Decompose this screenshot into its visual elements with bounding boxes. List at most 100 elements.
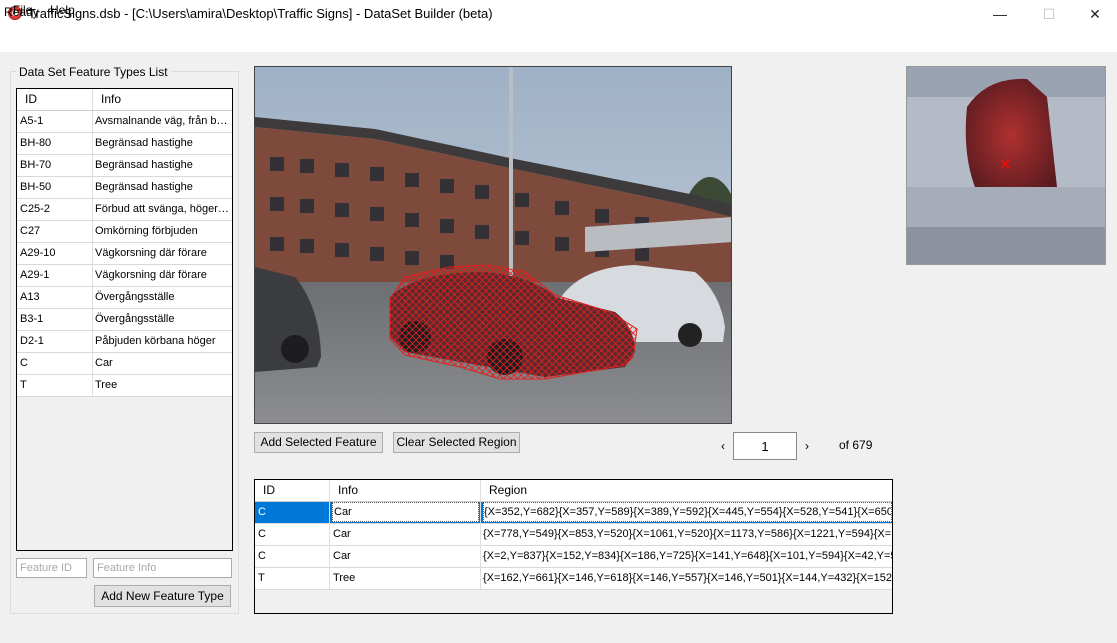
region-row[interactable]: T Tree {X=162,Y=661}{X=146,Y=618}{X=146,Y=…: [255, 568, 892, 590]
feature-type-info: Övergångsställe: [95, 291, 175, 303]
feature-type-info: Avsmalnande väg, från båda sidor: [95, 115, 230, 127]
feature-type-info: Övergångsställe: [95, 313, 175, 325]
region-points[interactable]: {X=352,Y=682}{X=357,Y=589}{X=389,Y=592}{…: [483, 502, 892, 522]
main-image-canvas[interactable]: [254, 66, 732, 424]
region-feature-id: C: [258, 528, 266, 540]
region-feature-info[interactable]: Car: [332, 502, 479, 522]
minimize-button[interactable]: —: [977, 0, 1023, 30]
region-feature-info[interactable]: Tree: [332, 568, 479, 589]
region-row[interactable]: C Car {X=2,Y=837}{X=152,Y=834}{X=186,Y=725…: [255, 546, 892, 568]
add-selected-feature-button[interactable]: Add Selected Feature: [254, 432, 383, 453]
maximize-button[interactable]: ☐: [1026, 0, 1072, 30]
feature-type-row[interactable]: D2-1 Påbjuden körbana höger: [17, 331, 232, 353]
column-divider: [92, 221, 93, 242]
column-header-region[interactable]: Region: [481, 480, 892, 501]
feature-type-row[interactable]: A29-1 Vägkorsning där förare: [17, 265, 232, 287]
region-feature-info[interactable]: Car: [332, 546, 479, 567]
feature-type-info: Begränsad hastighe: [95, 181, 193, 193]
feature-type-info: Förbud att svänga, högersväng: [95, 203, 230, 215]
feature-type-row[interactable]: A29-10 Vägkorsning där förare: [17, 243, 232, 265]
feature-type-info: Vägkorsning där förare: [95, 269, 207, 281]
column-divider: [92, 155, 93, 176]
column-divider: [480, 568, 481, 589]
feature-type-row[interactable]: C27 Omkörning förbjuden: [17, 221, 232, 243]
feature-type-row[interactable]: BH-80 Begränsad hastighe: [17, 133, 232, 155]
feature-type-id: B3-1: [20, 313, 44, 325]
column-divider: [329, 502, 330, 523]
region-points[interactable]: {X=2,Y=837}{X=152,Y=834}{X=186,Y=725}{X=…: [483, 546, 892, 567]
column-header-id[interactable]: ID: [255, 480, 330, 501]
feature-type-info: Car: [95, 357, 113, 369]
feature-type-id: C25-2: [20, 203, 50, 215]
column-divider: [92, 375, 93, 396]
feature-type-info: Begränsad hastighe: [95, 159, 193, 171]
feature-info-input[interactable]: [93, 558, 232, 578]
column-divider: [92, 199, 93, 220]
feature-type-id: D2-1: [20, 335, 44, 347]
region-feature-id: T: [258, 572, 265, 584]
feature-type-info: Tree: [95, 379, 118, 391]
feature-types-group-title: Data Set Feature Types List: [16, 65, 171, 79]
region-points[interactable]: {X=778,Y=549}{X=853,Y=520}{X=1061,Y=520}…: [483, 524, 892, 545]
region-feature-info[interactable]: Car: [332, 524, 479, 545]
page-number-input[interactable]: [733, 432, 797, 460]
feature-type-row[interactable]: BH-50 Begränsad hastighe: [17, 177, 232, 199]
status-text: Ready: [4, 5, 39, 19]
region-row[interactable]: C Car {X=778,Y=549}{X=853,Y=520}{X=1061,Y=…: [255, 524, 892, 546]
feature-type-id: BH-50: [20, 181, 52, 193]
column-divider: [92, 309, 93, 330]
feature-type-id: A13: [20, 291, 40, 303]
feature-type-row[interactable]: T Tree: [17, 375, 232, 397]
regions-grid[interactable]: ID Info Region C Car {X=352,Y=682}{X=357,Y…: [254, 479, 893, 614]
street-photo: [255, 67, 731, 423]
feature-type-row[interactable]: B3-1 Övergångsställe: [17, 309, 232, 331]
column-divider: [92, 287, 93, 308]
feature-type-id: C: [20, 357, 28, 369]
column-header-info[interactable]: Info: [330, 480, 481, 501]
feature-type-id: BH-70: [20, 159, 52, 171]
column-divider: [480, 546, 481, 567]
column-divider: [92, 331, 93, 352]
column-header-id[interactable]: ID: [17, 89, 93, 110]
feature-type-row[interactable]: A13 Övergångsställe: [17, 287, 232, 309]
feature-type-id: A29-1: [20, 269, 50, 281]
column-divider: [92, 353, 93, 374]
feature-type-info: Begränsad hastighe: [95, 137, 193, 149]
regions-grid-header: ID Info Region: [255, 480, 892, 502]
region-points[interactable]: {X=162,Y=661}{X=146,Y=618}{X=146,Y=557}{…: [483, 568, 892, 589]
feature-types-list-header: ID Info: [17, 89, 232, 111]
column-divider: [92, 177, 93, 198]
menu-bar: [0, 30, 1117, 52]
window-title: TrafficSigns.dsb - [C:\Users\amira\Deskt…: [28, 6, 493, 21]
close-button[interactable]: ✕: [1072, 0, 1117, 30]
feature-type-row[interactable]: C Car: [17, 353, 232, 375]
feature-type-info: Påbjuden körbana höger: [95, 335, 216, 347]
column-divider: [92, 111, 93, 132]
column-divider: [92, 243, 93, 264]
feature-type-row[interactable]: C25-2 Förbud att svänga, högersväng: [17, 199, 232, 221]
feature-type-id: BH-80: [20, 137, 52, 149]
previous-page-button[interactable]: ‹: [716, 436, 730, 456]
column-divider: [329, 568, 330, 589]
status-bar: [0, 621, 1117, 643]
feature-type-info: Vägkorsning där förare: [95, 247, 207, 259]
feature-type-id: A29-10: [20, 247, 56, 259]
region-feature-id: C: [258, 506, 266, 518]
clear-selected-region-button[interactable]: Clear Selected Region: [393, 432, 520, 453]
feature-types-list[interactable]: ID Info A5-1 Avsmalnande väg, från båda s…: [16, 88, 233, 551]
menu-help[interactable]: Help: [50, 3, 75, 17]
next-page-button[interactable]: ›: [800, 436, 814, 456]
feature-type-row[interactable]: BH-70 Begränsad hastighe: [17, 155, 232, 177]
column-divider: [480, 502, 481, 523]
column-divider: [480, 524, 481, 545]
feature-type-info: Omkörning förbjuden: [95, 225, 198, 237]
feature-id-input[interactable]: [16, 558, 87, 578]
column-divider: [92, 265, 93, 286]
add-new-feature-type-button[interactable]: Add New Feature Type: [94, 585, 231, 607]
column-header-info[interactable]: Info: [93, 89, 232, 110]
region-row[interactable]: C Car {X=352,Y=682}{X=357,Y=589}{X=389,Y=5…: [255, 502, 892, 524]
page-count-label: of 679: [839, 438, 873, 452]
zoom-preview: ×: [906, 66, 1106, 265]
feature-type-row[interactable]: A5-1 Avsmalnande väg, från båda sidor: [17, 111, 232, 133]
feature-type-id: A5-1: [20, 115, 44, 127]
